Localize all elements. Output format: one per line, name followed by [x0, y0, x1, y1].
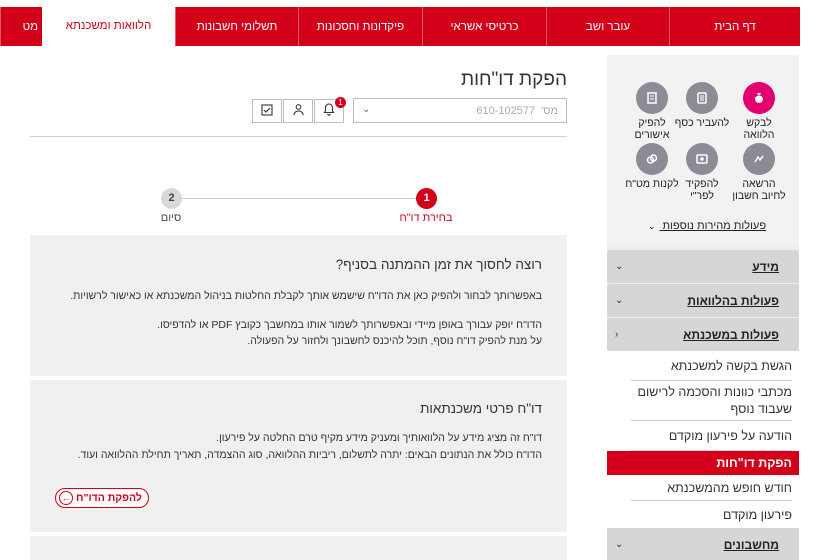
sidebar: לבקש הלוואה להעביר כסף להפיק אישורים הרש… [607, 55, 799, 560]
next-card [30, 536, 567, 560]
generate-report-button[interactable]: להפקת הדו"ח ← [55, 488, 149, 508]
chevron-down-icon: ⌄ [615, 261, 624, 272]
report-card-text: הדו"ח כולל את הנתונים הבאים: יתרה לתשלום… [77, 449, 542, 461]
quick-action-label: לבקש הלוואה [743, 117, 775, 141]
quick-action-debit-authorization[interactable]: הרשאה לחיוב חשבון [731, 143, 787, 202]
step-1-circle: 1 [416, 188, 437, 209]
info-card: רוצה לחסוך את זמן ההמתנה בסניף? באפשרותך… [30, 235, 567, 376]
top-nav: דף הבית עובר ושב כרטיסי אשראי פיקדונות ו… [0, 5, 800, 46]
sidebar-item-intent-letters[interactable]: מכתבי כוונות והסכמה לרישום שעבוד נוסף [607, 381, 799, 421]
sidebar-section-loan-actions[interactable]: ⌄ פעולות בהלוואות [607, 284, 799, 317]
more-quick-actions-link[interactable]: פעולות מהירות נוספות ⌄ [627, 220, 787, 232]
step-2-label: סיום [160, 212, 182, 224]
transfer-icon [686, 82, 718, 114]
quick-action-deposit[interactable]: להפקיד לפר"י [674, 143, 730, 202]
notification-badge: 1 [335, 97, 346, 108]
arrow-left-icon: ← [59, 491, 73, 505]
account-number: 610-102577 [476, 104, 536, 117]
tab-checking[interactable]: עובר ושב [546, 7, 669, 46]
more-quick-actions-label: פעולות מהירות נוספות [662, 220, 767, 232]
chevron-down-icon: ⌄ [647, 221, 656, 231]
tab-home[interactable]: דף הבית [669, 7, 800, 46]
deposit-icon [686, 143, 718, 175]
report-card-title: דו"ח פרטי משכנתאות [420, 401, 542, 416]
quick-action-label: להפיק אישורים [634, 117, 670, 141]
quick-action-request-loan[interactable]: לבקש הלוואה [731, 82, 787, 141]
generate-report-label: להפקת הדו"ח [76, 492, 142, 504]
checkbox-icon [261, 103, 273, 119]
authorization-icon [743, 143, 775, 175]
sidebar-section-label: מידע [752, 259, 779, 274]
sidebar-section-info[interactable]: ⌄ מידע [607, 250, 799, 283]
step-1-label: בחירת דו"ח [399, 212, 453, 224]
tab-foreign-currency[interactable]: מט [0, 7, 42, 46]
account-select[interactable]: מס' 610-102577 ⌄ [353, 98, 567, 123]
tab-bill-payments[interactable]: תשלומי חשבונות [175, 7, 298, 46]
quick-action-issue-certificates[interactable]: להפיק אישורים [624, 82, 680, 141]
sidebar-item-label: מכתבי כוונות והסכמה לרישום שעבוד נוסף [631, 381, 792, 421]
sidebar-section-calculators[interactable]: ⌄ מחשבונים [607, 528, 799, 560]
info-card-title: רוצה לחסוך את זמן ההמתנה בסניף? [335, 257, 542, 272]
person-icon [292, 103, 305, 119]
report-card-text: דו"ח זה מציג מידע על הלוואותיך ומעניק מי… [216, 432, 542, 444]
sidebar-item-label: הודעה על פירעון מוקדם [631, 421, 792, 451]
account-prefix: מס' [541, 104, 558, 117]
sidebar-item-mortgage-application[interactable]: הגשת בקשה למשכנתא [607, 351, 799, 381]
sidebar-section-label: מחשבונים [723, 537, 779, 552]
report-card: דו"ח פרטי משכנתאות דו"ח זה מציג מידע על … [30, 380, 567, 532]
sidebar-item-reports[interactable]: הפקת דו"חות [607, 451, 799, 475]
sidebar-section-mortgage-actions[interactable]: › פעולות במשכנתא [607, 318, 799, 351]
sidebar-item-early-repayment[interactable]: פירעון מוקדם [607, 501, 799, 528]
step-2-circle: 2 [161, 188, 182, 209]
sidebar-item-mortgage-holiday[interactable]: חודש חופש מהמשכנתא [607, 475, 799, 501]
stepper-line [171, 198, 426, 199]
tab-deposits-savings[interactable]: פיקדונות וחסכונות [298, 7, 422, 46]
sidebar-item-label: הפקת דו"חות [716, 456, 792, 470]
info-card-text: על מנת להפיק דו"ח נוסף, תוכל להיכנס לחשב… [247, 335, 542, 347]
tab-credit-cards[interactable]: כרטיסי אשראי [422, 7, 546, 46]
quick-action-label: להפקיד לפר"י [685, 178, 719, 202]
quick-action-transfer-money[interactable]: להעביר כסף [674, 82, 730, 129]
money-bag-icon [743, 82, 775, 114]
quick-action-label: לקנות מט"ח [625, 178, 679, 190]
agent-button[interactable] [283, 99, 313, 123]
tab-loans-mortgage[interactable]: הלוואות ומשכנתא [42, 5, 175, 46]
document-icon [636, 82, 668, 114]
quick-action-label: הרשאה לחיוב חשבון [732, 178, 786, 202]
currency-icon [636, 143, 668, 175]
bell-icon [323, 103, 335, 119]
info-card-text: באפשרותך לבחור ולהפיק כאן את הדו"ח שישמש… [70, 290, 542, 302]
notifications-button[interactable]: 1 [314, 97, 346, 123]
sidebar-item-early-repayment-notice[interactable]: הודעה על פירעון מוקדם [607, 421, 799, 451]
chevron-right-icon: › [615, 329, 619, 340]
chevron-down-icon: ⌄ [615, 295, 624, 306]
sidebar-section-label: פעולות במשכנתא [683, 327, 779, 342]
quick-action-buy-currency[interactable]: לקנות מט"ח [624, 143, 680, 190]
quick-action-label: להעביר כסף [674, 117, 730, 129]
chevron-down-icon: ⌄ [362, 104, 371, 115]
sidebar-section-label: פעולות בהלוואות [687, 293, 779, 308]
tasks-button[interactable] [252, 99, 282, 123]
sidebar-item-label: הגשת בקשה למשכנתא [631, 351, 792, 381]
page-title: הפקת דו"חות [460, 69, 567, 90]
sidebar-item-label: פירעון מוקדם [722, 507, 792, 522]
divider [30, 136, 567, 137]
quick-actions-panel: לבקש הלוואה להעביר כסף להפיק אישורים הרש… [607, 55, 799, 245]
chevron-down-icon: ⌄ [615, 539, 624, 550]
info-card-text: הדו"ח יופק עבורך באופן מיידי ובאפשרותך ל… [157, 319, 542, 331]
sidebar-item-label: חודש חופש מהמשכנתא [631, 475, 792, 501]
